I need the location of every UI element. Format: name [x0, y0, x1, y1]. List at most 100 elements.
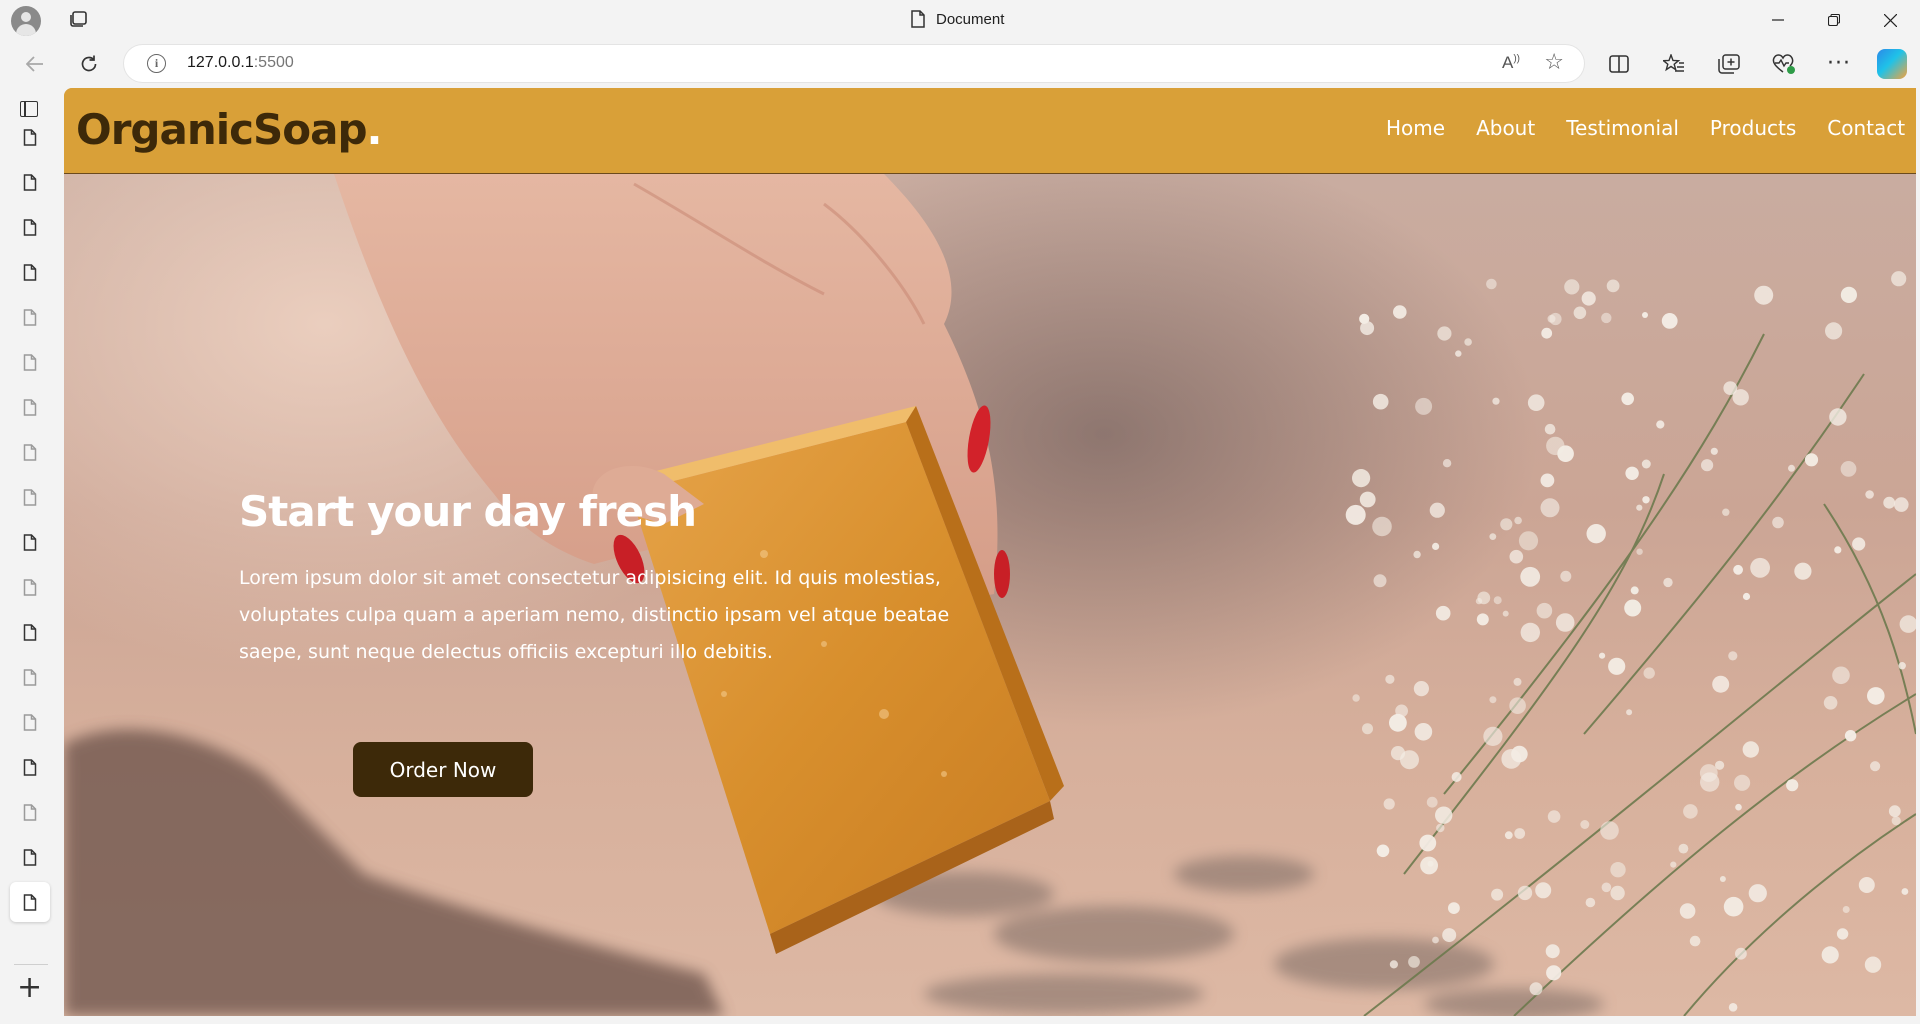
- blossom-dot: [1408, 956, 1420, 968]
- blossom-dot: [1476, 613, 1489, 626]
- collections-button[interactable]: [1713, 49, 1745, 79]
- blossom-dot: [1608, 657, 1626, 675]
- blossom-dot: [1804, 453, 1819, 467]
- blossom-dot: [1541, 327, 1553, 339]
- sidebar-tab[interactable]: [17, 844, 43, 870]
- blossom-dot: [1413, 550, 1421, 559]
- vertical-tabs-sidebar: +: [0, 88, 62, 1020]
- minimize-icon: [1772, 19, 1784, 21]
- site-info-icon[interactable]: i: [147, 54, 166, 73]
- close-window-button[interactable]: [1862, 0, 1918, 40]
- sidebar-tab[interactable]: [17, 754, 43, 780]
- more-options-button[interactable]: ···: [1823, 49, 1855, 79]
- sidebar-tab[interactable]: [17, 394, 43, 420]
- nav-products-link[interactable]: Products: [1710, 116, 1796, 140]
- blossom-dot: [1527, 394, 1545, 411]
- blossom-dot: [1630, 586, 1639, 595]
- sidebar-divider: [14, 964, 48, 965]
- page-icon: [23, 893, 37, 911]
- back-button[interactable]: [18, 48, 52, 80]
- nav-contact-link[interactable]: Contact: [1827, 116, 1905, 140]
- address-bar[interactable]: i 127.0.0.1:5500 A)) ☆: [124, 45, 1584, 82]
- blossom-dot: [1733, 564, 1743, 575]
- sidebar-tab[interactable]: [17, 214, 43, 240]
- blossom-dot: [1436, 823, 1445, 833]
- blossom-dot: [1520, 566, 1541, 587]
- new-tab-plus-icon[interactable]: +: [17, 973, 42, 1003]
- blossom-dot: [1489, 533, 1497, 540]
- profile-avatar-icon[interactable]: [11, 6, 41, 36]
- order-now-button[interactable]: Order Now: [353, 742, 533, 797]
- minimize-button[interactable]: [1750, 0, 1806, 40]
- restore-button[interactable]: [1806, 0, 1862, 40]
- blossom-dot: [1432, 936, 1439, 944]
- refresh-icon: [81, 55, 97, 72]
- page-icon: [23, 578, 37, 596]
- blossom-dot: [1723, 896, 1744, 917]
- blossom-dot: [1852, 537, 1866, 551]
- blossom-dot: [1834, 546, 1842, 554]
- blossom-dot: [1670, 861, 1677, 868]
- blossom-dot: [1858, 877, 1875, 893]
- tab-actions-icon[interactable]: [68, 11, 88, 29]
- sidebar-tab[interactable]: [17, 574, 43, 600]
- sidebar-tab[interactable]: [17, 439, 43, 465]
- blossom-dot: [1901, 888, 1909, 895]
- sidebar-tab[interactable]: [17, 709, 43, 735]
- copilot-icon[interactable]: [1877, 49, 1907, 79]
- nav-about-link[interactable]: About: [1476, 116, 1535, 140]
- blossom-dot: [1536, 602, 1553, 619]
- blossom-dot: [1642, 496, 1650, 504]
- sidebar-tab[interactable]: [17, 259, 43, 285]
- blossom-dot: [1385, 674, 1395, 684]
- refresh-button[interactable]: [72, 48, 106, 80]
- blossom-dot: [1540, 498, 1560, 518]
- sidebar-tab[interactable]: [17, 664, 43, 690]
- page-icon: [23, 848, 37, 866]
- sidebar-tab-active[interactable]: [10, 882, 50, 922]
- blossom-dot: [1663, 577, 1673, 588]
- sidebar-tab[interactable]: [17, 124, 43, 150]
- url-port: :5500: [253, 54, 294, 71]
- sidebar-tab[interactable]: [17, 799, 43, 825]
- blossom-dot: [1606, 279, 1620, 293]
- blossom-dot: [1415, 397, 1433, 415]
- blossom-dot: [1772, 516, 1784, 529]
- blossom-dot: [1734, 774, 1751, 791]
- tab-panel-toggle-icon[interactable]: [20, 101, 38, 117]
- nav-home-link[interactable]: Home: [1386, 116, 1445, 140]
- blossom-dot: [1435, 806, 1453, 824]
- site-logo[interactable]: OrganicSoap.: [76, 105, 382, 154]
- blossom-dot: [1517, 885, 1533, 901]
- sidebar-tab[interactable]: [17, 304, 43, 330]
- blossom-dot: [1748, 884, 1767, 903]
- blossom-dot: [1750, 557, 1770, 578]
- add-favorite-star-icon[interactable]: ☆: [1544, 51, 1564, 75]
- blossom-dot: [1728, 651, 1738, 661]
- page-icon: [23, 128, 37, 146]
- favorites-button[interactable]: [1658, 49, 1690, 79]
- split-screen-button[interactable]: [1603, 49, 1635, 79]
- blossom-dot: [1679, 903, 1696, 919]
- sidebar-tab[interactable]: [17, 169, 43, 195]
- blossom-dot: [1383, 798, 1395, 810]
- blossom-dot: [1352, 694, 1360, 702]
- sidebar-tab[interactable]: [17, 529, 43, 555]
- blossom-dot: [1891, 816, 1901, 826]
- sidebar-tab[interactable]: [17, 349, 43, 375]
- blossom-dot: [1376, 844, 1390, 858]
- blossom-dot: [1535, 882, 1552, 899]
- blossom-dot: [1712, 675, 1730, 693]
- blossom-dot: [1581, 291, 1596, 306]
- blossom-dot: [1586, 524, 1606, 544]
- read-aloud-icon[interactable]: A)): [1502, 53, 1520, 73]
- blossom-dot: [1829, 408, 1847, 426]
- blossom-dot: [1842, 906, 1850, 913]
- address-url[interactable]: 127.0.0.1:5500: [187, 54, 294, 72]
- nav-testimonial-link[interactable]: Testimonial: [1566, 116, 1679, 140]
- blossom-dot: [1643, 667, 1655, 679]
- browser-essentials-button[interactable]: [1768, 49, 1800, 79]
- sidebar-tab[interactable]: [17, 484, 43, 510]
- sidebar-tab[interactable]: [17, 619, 43, 645]
- blossom-dot: [1883, 496, 1896, 509]
